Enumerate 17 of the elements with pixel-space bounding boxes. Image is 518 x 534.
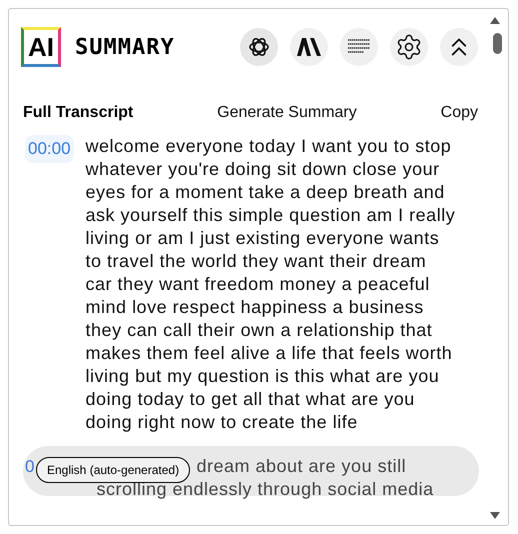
language-pill[interactable]: English (auto-generated) bbox=[36, 457, 190, 483]
collapse-icon[interactable] bbox=[440, 28, 478, 66]
lines-icon[interactable] bbox=[340, 28, 378, 66]
transcript-text: welcome everyone today I want you to stop whatever you're doing sit down close your eyes for a moment take a deep breath and ask yourself this simple question am I really living or am I just existing everyone wants to travel the world they want their dream car they want freedom money a peaceful mind love respect happiness a business they can call their own a relationship that makes them feel alive a life that feels worth living but my question is this what are you doing today to get all that what are you doing right now to create the life bbox=[86, 135, 456, 434]
tab[interactable]: Generate Summary bbox=[217, 101, 357, 125]
app-title: SUMMARY bbox=[75, 34, 175, 62]
scrollbar-up-icon[interactable] bbox=[490, 17, 500, 24]
tab[interactable]: Full Transcript bbox=[23, 101, 134, 125]
slash-logo-icon[interactable] bbox=[290, 28, 328, 66]
tab[interactable]: Copy bbox=[440, 101, 478, 125]
transcript-text: dream about are you still bbox=[196, 455, 406, 478]
timestamp-link[interactable]: 00:00 bbox=[25, 135, 74, 163]
settings-icon[interactable] bbox=[390, 28, 428, 66]
logo: AI bbox=[21, 27, 61, 67]
scrollbar-thumb[interactable] bbox=[493, 33, 502, 54]
knot-logo-icon[interactable] bbox=[240, 28, 278, 66]
scrollbar-down-icon[interactable] bbox=[490, 512, 500, 519]
